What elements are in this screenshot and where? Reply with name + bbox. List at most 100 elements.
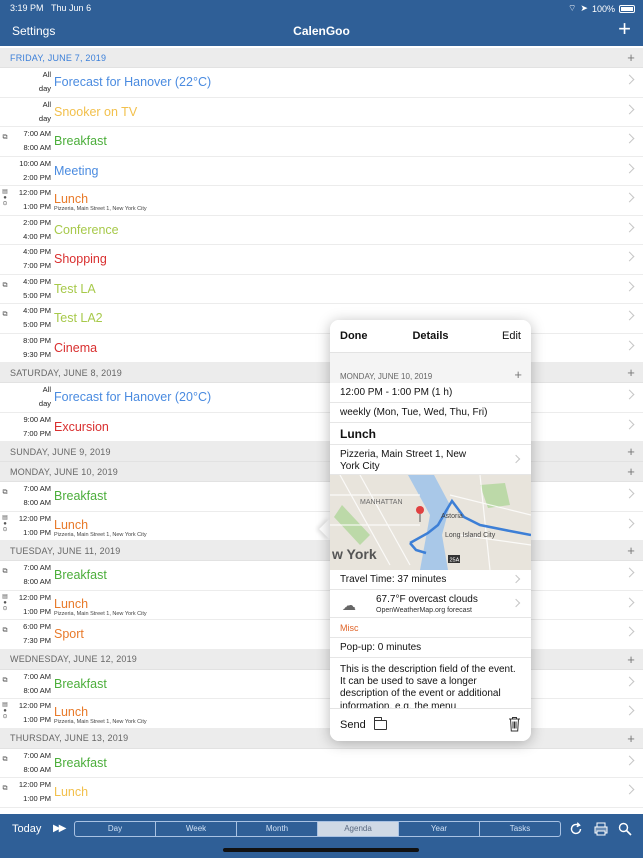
event-row[interactable]: 8:00 PM 9:30 PM Cinema — [0, 333, 643, 363]
popover-footer: Send — [330, 708, 531, 741]
event-row[interactable]: ⧉ 7:00 AM 8:00 AM Breakfast — [0, 561, 643, 591]
event-end-time: 8:00 AM — [23, 498, 51, 507]
event-title: Forecast for Hanover (22°C) — [54, 75, 212, 89]
done-button[interactable]: Done — [340, 330, 368, 342]
event-start-time: 12:00 PM — [18, 188, 51, 197]
status-time-date: 3:19 PM Thu Jun 6 — [10, 3, 92, 13]
status-indicators: ⌔ ➤ 100% — [568, 3, 635, 14]
add-event-day-button[interactable]: + — [627, 652, 635, 667]
settings-button[interactable]: Settings — [12, 24, 55, 38]
day-header: WEDNESDAY, JUNE 12, 2019 + — [0, 649, 643, 670]
tab-year[interactable]: Year — [399, 822, 480, 836]
add-event-day-button[interactable]: + — [627, 444, 635, 459]
map-image: MANHATTAN Astoria Long Island City w Yor… — [330, 475, 531, 570]
travel-time[interactable]: Travel Time: 37 minutes — [330, 570, 531, 590]
event-start-time: 12:00 PM — [18, 592, 51, 602]
tab-agenda[interactable]: Agenda — [318, 822, 399, 836]
day-header: SATURDAY, JUNE 8, 2019 + — [0, 363, 643, 383]
location-icon: ➤ — [580, 3, 588, 13]
chevron-right-icon — [624, 597, 635, 607]
popover-header: Done Details Edit — [330, 320, 531, 353]
add-event-button[interactable]: + — [618, 18, 631, 40]
add-event-day-button[interactable]: + — [514, 367, 522, 382]
event-row[interactable]: ⧉ 4:00 PM 5:00 PM Test LA2 — [0, 304, 643, 334]
add-event-day-button[interactable]: + — [627, 365, 635, 380]
tab-tasks[interactable]: Tasks — [480, 822, 560, 836]
chevron-right-icon — [511, 574, 521, 583]
event-end-time: 8:00 AM — [23, 685, 51, 695]
event-row[interactable]: 4:00 PM 7:00 PM Shopping — [0, 245, 643, 275]
event-end-time: 5:00 PM — [23, 290, 51, 300]
refresh-icon[interactable] — [569, 822, 583, 836]
event-row[interactable]: ⧉ 7:00 AM 8:00 AM Breakfast — [0, 669, 643, 699]
event-start-time: 7:00 AM — [23, 484, 51, 493]
today-button[interactable]: Today — [12, 823, 41, 835]
add-event-day-button[interactable]: + — [627, 464, 635, 479]
event-start-time: 2:00 PM — [23, 217, 51, 227]
chevron-right-icon — [624, 755, 635, 765]
event-title: Excursion — [54, 419, 109, 434]
chevron-right-icon — [624, 626, 635, 637]
event-end-time: 8:00 AM — [23, 577, 51, 586]
folder-icon[interactable] — [374, 717, 387, 730]
event-row[interactable]: 9:00 AM 7:00 PM Excursion — [0, 412, 643, 442]
event-row[interactable]: ▤ ● ⊙ 12:00 PM 1:00 PM Lunch Pizzeria, Main … — [0, 186, 643, 216]
event-row[interactable]: ▤ ● ⊙ 12:00 PM 1:00 PM Lunch Pizzeria, Main … — [0, 699, 643, 729]
tab-month[interactable]: Month — [237, 822, 318, 836]
agenda-list[interactable]: FRIDAY, JUNE 7, 2019 + All day Forecast for … — [0, 48, 643, 814]
popover-body[interactable]: MONDAY, JUNE 10, 2019 + 12:00 PM - 1:00 … — [330, 353, 531, 708]
event-row[interactable]: ▤ ● ⊙ 12:00 PM 1:00 PM Lunch Pizzeria, Main … — [0, 590, 643, 620]
event-start-time: 12:00 PM — [18, 780, 51, 789]
event-end-time: 5:00 PM — [23, 320, 51, 329]
event-row[interactable]: ⧉ 7:00 AM 8:00 AM Breakfast — [0, 127, 643, 157]
chevron-right-icon — [624, 74, 635, 85]
event-row[interactable]: ⧉ 7:00 AM 8:00 AM Breakfast — [0, 748, 643, 778]
event-time: 12:00 PM - 1:00 PM (1 h) — [330, 383, 531, 403]
event-row[interactable]: All day Snooker on TV — [0, 97, 643, 127]
tab-week[interactable]: Week — [156, 822, 237, 836]
cloud-icon: ☁ — [342, 597, 356, 613]
event-row[interactable]: ⧉ 6:00 PM 7:30 PM Sport — [0, 620, 643, 650]
event-title: Lunch — [54, 705, 89, 719]
event-row[interactable]: 10:00 AM 2:00 PM Meeting — [0, 156, 643, 186]
repeat-icon: ⧉ — [2, 134, 8, 141]
chevron-right-icon — [624, 567, 635, 578]
event-title: Shopping — [54, 252, 107, 266]
event-title: Conference — [54, 222, 119, 237]
event-location[interactable]: Pizzeria, Main Street 1, New York City — [330, 445, 531, 475]
app-title: CalenGoo — [293, 24, 350, 38]
repeat-icon: ⧉ — [2, 755, 8, 763]
event-row[interactable]: ⧉ 7:00 AM 8:00 AM Breakfast — [0, 482, 643, 512]
event-row[interactable]: 2:00 PM 4:00 PM Conference — [0, 215, 643, 245]
edit-button[interactable]: Edit — [502, 330, 521, 342]
attachments-icon: ▤ ● ⊙ — [2, 593, 8, 612]
event-start-time: 9:00 AM — [23, 414, 51, 424]
event-end-time: 1:00 PM — [23, 606, 51, 616]
trash-icon[interactable] — [508, 716, 521, 732]
event-row[interactable]: ⧉ 4:00 PM 5:00 PM Test LA — [0, 274, 643, 304]
send-button[interactable]: Send — [340, 719, 366, 731]
tab-day[interactable]: Day — [75, 822, 156, 836]
event-title: Snooker on TV — [54, 104, 138, 119]
event-start-time: 7:00 AM — [23, 671, 51, 681]
popover-date-header: MONDAY, JUNE 10, 2019 + — [330, 353, 531, 383]
event-start-time: 7:00 AM — [23, 750, 51, 760]
location-line-1: Pizzeria, Main Street 1, New — [340, 449, 467, 460]
event-description: This is the description field of the eve… — [330, 658, 531, 708]
event-row[interactable]: ⧉ 12:00 PM 1:00 PM Lunch — [0, 778, 643, 808]
event-start-time: All — [42, 70, 51, 79]
event-row[interactable]: All day Forecast for Hanover (20°C) — [0, 383, 643, 413]
search-icon[interactable] — [618, 822, 632, 836]
event-row[interactable]: All day Forecast for Hanover (22°C) — [0, 68, 643, 98]
add-event-day-button[interactable]: + — [627, 543, 635, 558]
printer-icon[interactable] — [594, 822, 608, 836]
add-event-day-button[interactable]: + — [627, 50, 635, 65]
chevron-right-icon — [624, 163, 635, 173]
location-map[interactable]: MANHATTAN Astoria Long Island City w Yor… — [330, 475, 531, 570]
add-event-day-button[interactable]: + — [627, 731, 635, 746]
weather-forecast[interactable]: ☁ 67.7°F overcast clouds OpenWeatherMap.… — [330, 590, 531, 618]
wifi-icon: ⌔ — [567, 3, 577, 13]
chevron-right-icon — [624, 104, 635, 114]
event-title: Test LA2 — [54, 311, 103, 325]
jump-forward-icon[interactable]: ▶▶ — [53, 823, 66, 834]
